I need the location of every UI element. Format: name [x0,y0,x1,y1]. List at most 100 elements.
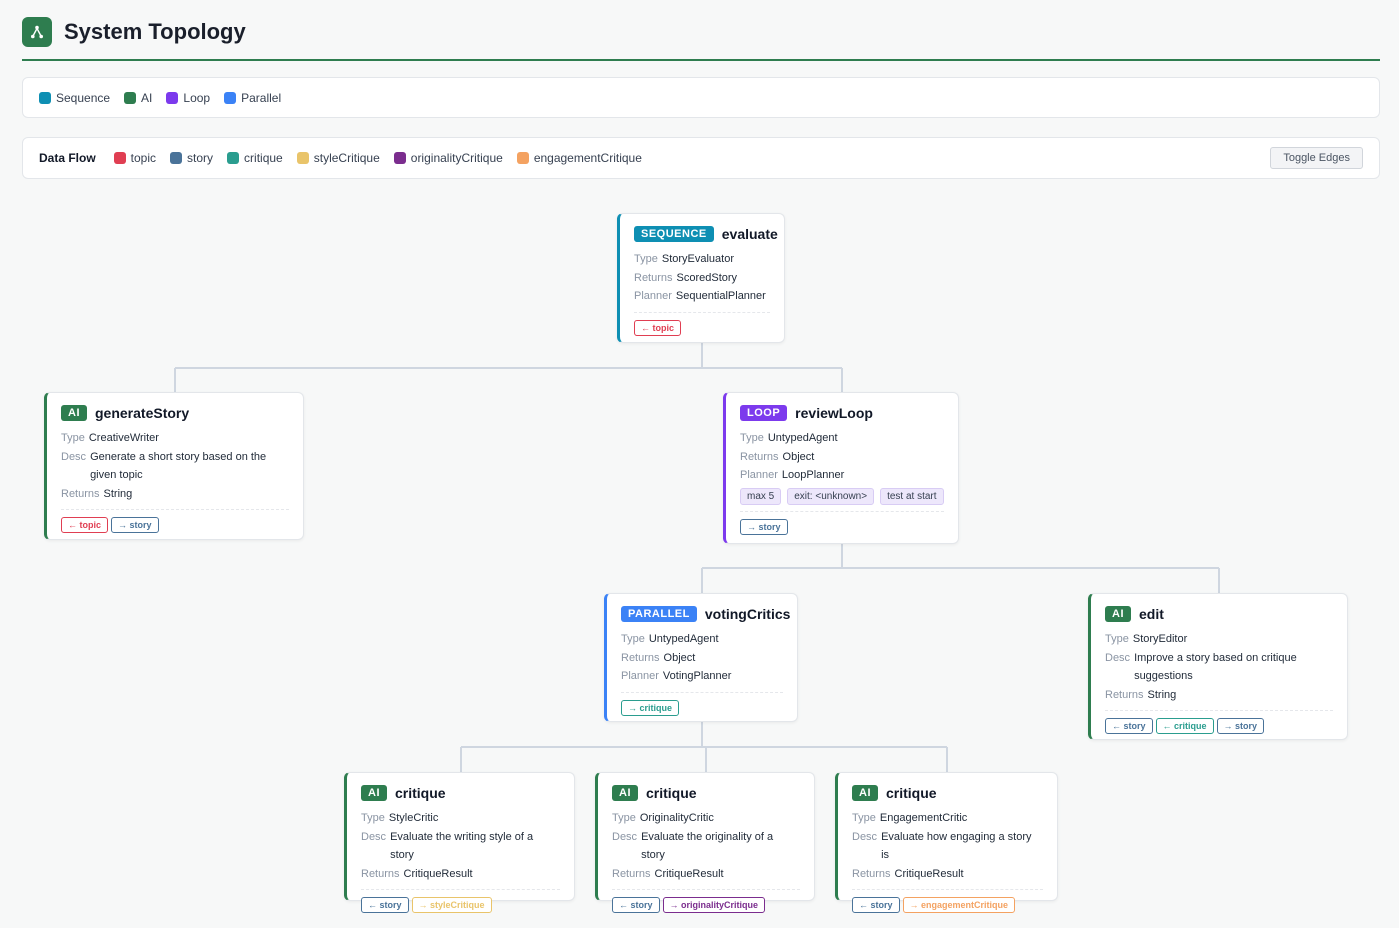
node-prop-type: Type OriginalityCritic [612,809,800,828]
node-header: SEQUENCE evaluate [634,226,778,242]
node-type-badge: AI [852,785,878,801]
prop-key: Returns [621,651,660,664]
flow-chip: → story [740,518,788,535]
prop-value: UntypedAgent [648,633,719,645]
node-type-badge: PARALLEL [621,606,697,622]
prop-key: Type [61,432,85,444]
prop-key: Returns [612,867,651,880]
prop-value: CreativeWriter [88,432,159,444]
node-prop-type: Type StoryEditor [1105,630,1333,649]
node-prop-returns: Returns CritiqueResult [612,865,800,884]
node-evaluate[interactable]: SEQUENCE evaluate Type StoryEvaluator Return… [617,213,785,343]
prop-value: String [103,487,133,500]
flow-chip: ← topic [61,517,108,533]
node-review-loop[interactable]: LOOP reviewLoop Type UntypedAgent Returns Obj… [723,392,959,544]
node-name: reviewLoop [795,405,873,421]
prop-key: Type [612,812,636,824]
node-type-badge: AI [1105,606,1131,622]
node-data-flows: ← story → originalityCritique [612,897,800,913]
edge-evaluate-children [174,343,843,392]
prop-key: Type [621,633,645,645]
prop-value: VotingPlanner [662,670,732,682]
edge-votingcritics-children [460,721,948,772]
node-critique-style[interactable]: AI critique Type StyleCritic Desc Evaluate th… [344,772,575,913]
prop-key: Returns [634,271,673,284]
prop-key: Planner [634,290,672,302]
node-prop-desc: Desc Evaluate how engaging a story is [852,828,1043,865]
node-name: votingCritics [704,606,791,622]
prop-value: Object [663,651,696,664]
prop-key: Returns [61,487,100,500]
node-prop-returns: Returns ScoredStory [634,269,770,288]
node-divider [612,889,800,890]
node-prop-returns: Returns Object [621,649,783,668]
prop-value: LoopPlanner [781,469,845,481]
prop-value: Generate a short story based on the give… [90,450,267,482]
node-prop-type: Type UntypedAgent [621,630,783,649]
node-header: AI edit [1105,606,1333,622]
prop-value: Object [782,450,815,463]
node-data-flows: ← topic [634,319,770,336]
node-voting-critics[interactable]: PARALLEL votingCritics Type UntypedAgent Ret… [604,593,798,722]
flow-chip: → originalityCritique [662,897,766,913]
node-prop-desc: Desc Generate a short story based on the … [61,448,289,485]
node-prop-returns: Returns CritiqueResult [361,865,560,884]
loop-tag: exit: <unknown> [787,487,875,505]
prop-key: Type [740,432,764,444]
prop-key: Desc [612,830,638,843]
flow-chip: ← story [612,897,660,913]
node-data-flows: → story [740,518,944,535]
node-edit[interactable]: AI edit Type StoryEditor Desc Improve a story… [1088,593,1348,740]
node-prop-desc: Desc Improve a story based on critique su… [1105,649,1333,686]
node-prop-returns: Returns String [61,485,289,504]
node-name: critique [646,785,697,801]
node-critique-originality[interactable]: AI critique Type OriginalityCritic Desc Evalu… [595,772,815,913]
prop-value: Evaluate the originality of a story [641,830,774,862]
prop-value: ScoredStory [676,271,738,284]
prop-value: Evaluate how engaging a story is [881,830,1032,862]
prop-value: SequentialPlanner [675,290,766,302]
node-prop-returns: Returns CritiqueResult [852,865,1043,884]
node-prop-type: Type StyleCritic [361,809,560,828]
prop-key: Desc [1105,651,1131,664]
prop-value: Improve a story based on critique sugges… [1134,651,1297,683]
prop-value: EngagementCritic [879,812,968,824]
node-data-flows: ← story ← critique → story [1105,718,1333,734]
prop-value: CritiqueResult [894,867,964,880]
prop-key: Desc [61,450,87,463]
prop-key: Planner [740,469,778,481]
node-data-flows: → critique [621,699,783,716]
node-prop-planner: Planner VotingPlanner [621,667,783,686]
node-name: critique [886,785,937,801]
prop-value: UntypedAgent [767,432,838,444]
node-generate-story[interactable]: AI generateStory Type CreativeWriter Desc Gen… [44,392,304,540]
prop-value: StoryEditor [1132,633,1188,645]
prop-key: Type [634,253,658,265]
node-prop-type: Type CreativeWriter [61,429,289,448]
node-header: AI critique [361,785,560,801]
prop-value: CritiqueResult [654,867,724,880]
prop-key: Type [1105,633,1129,645]
prop-value: String [1147,688,1177,701]
prop-value: StoryEvaluator [661,253,735,265]
node-name: evaluate [721,226,778,242]
prop-value: StyleCritic [388,812,439,824]
node-header: AI critique [852,785,1043,801]
node-name: critique [395,785,446,801]
node-divider [61,509,289,510]
node-type-badge: LOOP [740,405,788,421]
loop-tag: max 5 [740,487,782,505]
node-prop-returns: Returns String [1105,686,1333,705]
flow-chip: ← critique [1155,718,1214,734]
node-name: edit [1139,606,1164,622]
node-divider [740,510,944,512]
node-divider [634,311,770,313]
prop-key: Returns [740,450,779,463]
node-header: LOOP reviewLoop [740,405,944,421]
node-divider [852,889,1043,890]
node-critique-engagement[interactable]: AI critique Type EngagementCritic Desc Evalua… [835,772,1058,913]
node-header: AI critique [612,785,800,801]
node-prop-planner: Planner LoopPlanner [740,466,944,485]
node-prop-planner: Planner SequentialPlanner [634,287,770,306]
flow-chip: ← story [852,897,900,913]
